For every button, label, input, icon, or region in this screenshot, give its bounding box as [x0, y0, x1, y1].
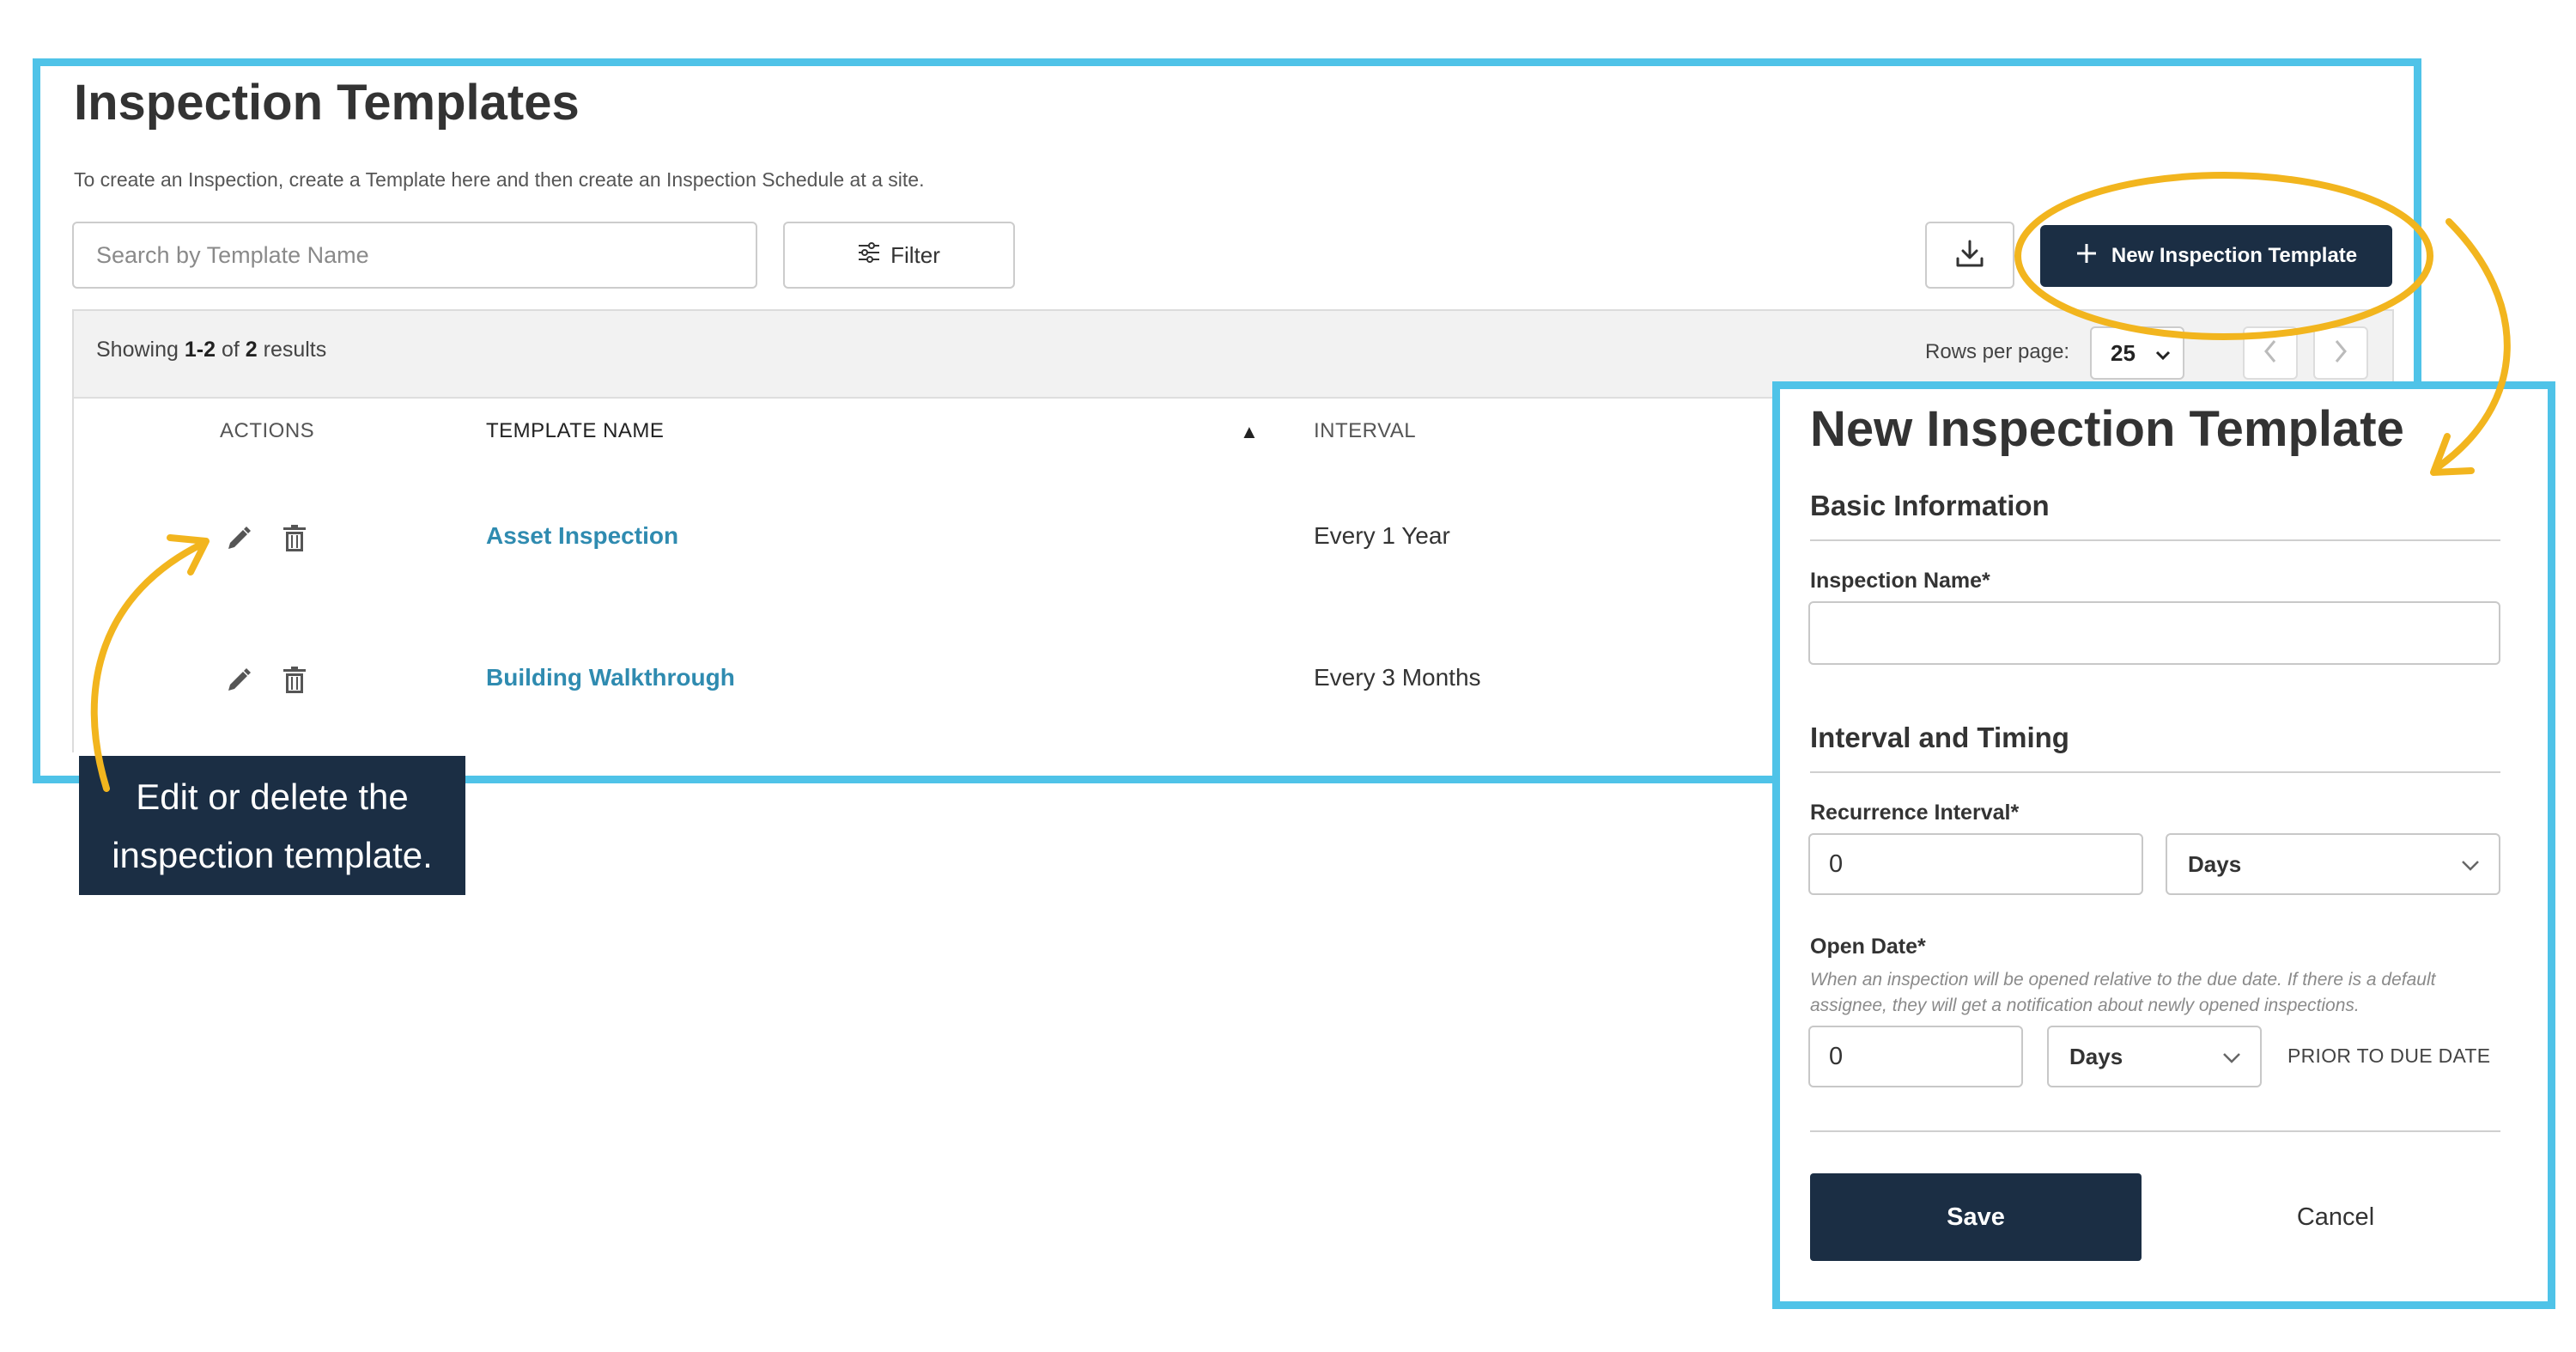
- inspection-name-input[interactable]: [1808, 601, 2500, 665]
- template-interval: Every 3 Months: [1314, 664, 1481, 691]
- chevron-left-icon: [2263, 339, 2277, 368]
- column-header-template-name[interactable]: TEMPLATE NAME: [486, 419, 664, 443]
- modal-title: New Inspection Template: [1810, 401, 2404, 457]
- template-interval: Every 1 Year: [1314, 522, 1450, 549]
- callout-line-2: inspection template.: [112, 835, 433, 875]
- edit-icon[interactable]: [222, 663, 256, 697]
- recurrence-unit-value: Days: [2188, 850, 2242, 877]
- recurrence-interval-input[interactable]: [1808, 833, 2143, 895]
- search-input[interactable]: [72, 222, 757, 289]
- basic-information-heading: Basic Information: [1810, 490, 2050, 521]
- previous-page-button[interactable]: [2243, 326, 2298, 380]
- filter-label: Filter: [890, 241, 940, 268]
- chevron-right-icon: [2334, 339, 2348, 368]
- cancel-button[interactable]: Cancel: [2250, 1173, 2421, 1261]
- rows-per-page-value: 25: [2111, 339, 2136, 366]
- open-date-help-text: When an inspection will be opened relati…: [1810, 970, 2436, 1015]
- chevron-down-icon: [2461, 851, 2480, 878]
- interval-timing-heading: Interval and Timing: [1810, 722, 2069, 753]
- section-divider: [1810, 539, 2500, 541]
- results-count: Showing 1-2 of 2 results: [96, 338, 327, 362]
- template-name-link[interactable]: Building Walkthrough: [486, 664, 735, 691]
- callout-line-1: Edit or delete the: [136, 776, 409, 817]
- new-template-label: New Inspection Template: [2111, 244, 2358, 267]
- open-date-input[interactable]: [1808, 1026, 2023, 1087]
- filter-icon: [858, 241, 880, 269]
- chevron-down-icon: [2155, 340, 2171, 367]
- recurrence-interval-label: Recurrence Interval*: [1810, 801, 2020, 825]
- edit-icon[interactable]: [222, 521, 256, 556]
- column-header-actions: ACTIONS: [220, 419, 315, 442]
- sort-ascending-icon[interactable]: ▲: [1240, 421, 1259, 443]
- rows-per-page-label: Rows per page:: [1925, 340, 2070, 363]
- section-divider: [1810, 1130, 2500, 1132]
- prior-to-due-date-label: PRIOR TO DUE DATE: [2287, 1044, 2491, 1067]
- recurrence-unit-select[interactable]: Days: [2166, 833, 2500, 895]
- filter-button[interactable]: Filter: [783, 222, 1015, 289]
- open-date-unit-select[interactable]: Days: [2047, 1026, 2262, 1087]
- rows-per-page-select[interactable]: 25: [2090, 326, 2184, 380]
- inspection-name-label: Inspection Name*: [1810, 569, 1990, 593]
- page-title: Inspection Templates: [74, 75, 580, 131]
- template-name-link[interactable]: Asset Inspection: [486, 522, 678, 550]
- page-subtitle: To create an Inspection, create a Templa…: [74, 168, 925, 191]
- new-inspection-template-button[interactable]: New Inspection Template: [2040, 225, 2392, 287]
- trash-icon[interactable]: [277, 521, 312, 556]
- open-date-unit-value: Days: [2069, 1043, 2123, 1069]
- plus-icon: [2075, 242, 2098, 271]
- section-divider: [1810, 771, 2500, 773]
- open-date-label: Open Date*: [1810, 935, 1926, 959]
- next-page-button[interactable]: [2313, 326, 2368, 380]
- download-icon: [1954, 238, 1985, 273]
- chevron-down-icon: [2222, 1044, 2241, 1070]
- trash-icon[interactable]: [277, 663, 312, 697]
- download-button[interactable]: [1925, 222, 2014, 289]
- edit-delete-callout: Edit or delete the inspection template.: [79, 756, 465, 895]
- save-button[interactable]: Save: [1810, 1173, 2142, 1261]
- column-header-interval[interactable]: INTERVAL: [1314, 419, 1416, 443]
